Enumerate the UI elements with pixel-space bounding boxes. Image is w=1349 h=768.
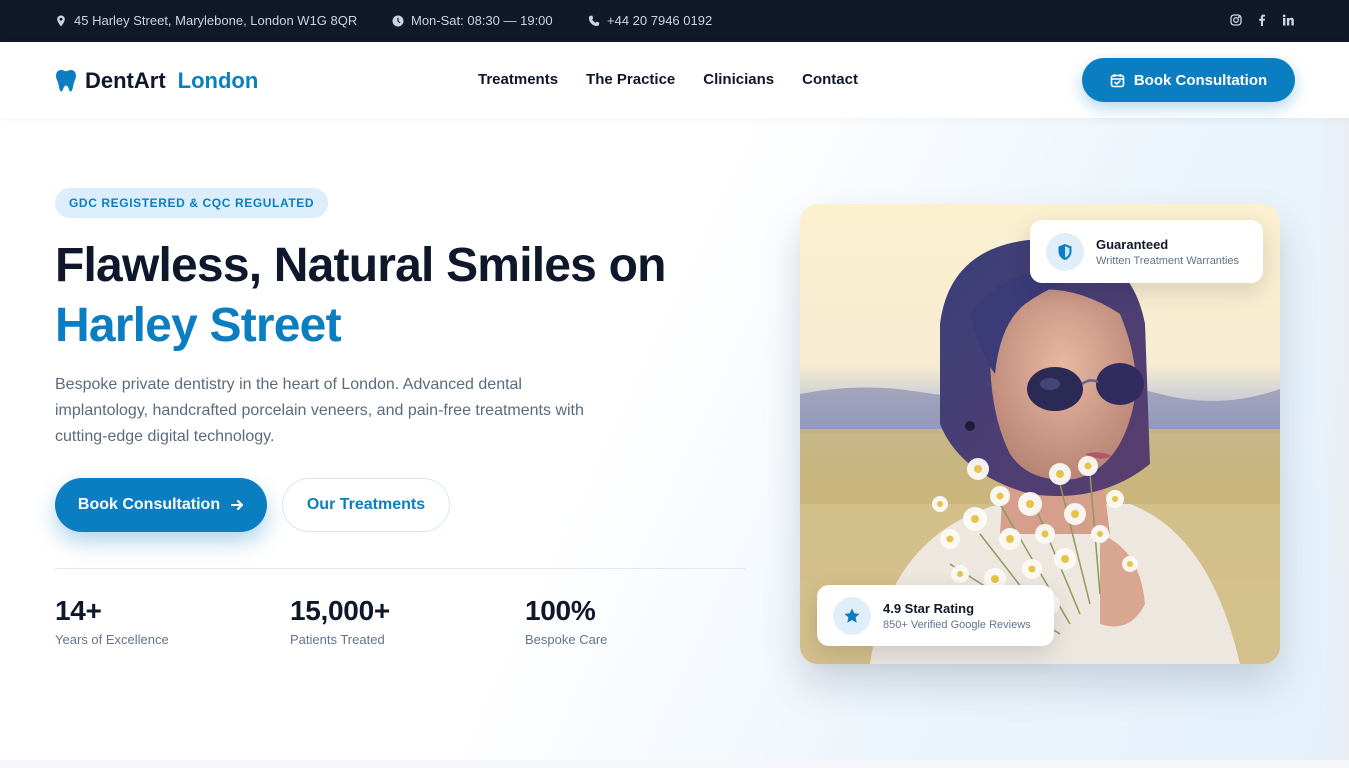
hero-section: GDC REGISTERED & CQC REGULATED Flawless,… [0,118,1349,760]
site-logo[interactable]: DentArt London [55,68,258,94]
logo-text-primary: DentArt [85,68,166,93]
nav-link-clinicians[interactable]: Clinicians [703,71,774,88]
stat-value: 100% [525,595,596,626]
calendar-check-icon [1110,73,1125,87]
stat-label: Bespoke Care [525,632,608,647]
phone-text: +44 20 7946 0192 [607,13,713,28]
our-treatments-button[interactable]: Our Treatments [282,478,450,532]
rating-subtitle: 850+ Verified Google Reviews [883,618,1031,631]
nav-cta-label: Book Consultation [1133,71,1268,89]
star-icon [844,608,860,623]
stat-value: 15,000+ [290,595,390,626]
hero-title-line2: Harley Street [55,299,342,352]
hours-text: Mon-Sat: 08:30 — 19:00 [411,13,553,28]
hero-primary-cta-label: Book Consultation [77,496,221,513]
guarantee-card: Guaranteed Written Treatment Warranties [1030,220,1263,283]
stat-value: 14+ [55,595,102,626]
stats-divider [55,568,745,569]
address-info: 45 Harley Street, Marylebone, London W1G… [55,13,357,28]
nav-link-the-practice[interactable]: The Practice [586,71,675,88]
logo-text-accent: London [177,68,259,93]
stat-bespoke: 100% Bespoke Care [525,594,607,647]
stat-label: Patients Treated [290,632,385,647]
phone-info[interactable]: +44 20 7946 0192 [588,13,712,28]
hero-title-line1: Flawless, Natural Smiles on [55,239,666,292]
clock-icon [392,15,404,26]
location-pin-icon [57,15,65,26]
regulation-badge: GDC REGISTERED & CQC REGULATED [55,188,329,218]
top-info-bar: 45 Harley Street, Marylebone, London W1G… [0,0,1349,42]
rating-icon-circle [833,596,871,635]
guarantee-text: Guaranteed Written Treatment Warranties [1096,237,1239,267]
hero-book-consultation-button[interactable]: Book Consultation [55,478,267,532]
stat-patients: 15,000+ Patients Treated [290,594,390,647]
phone-icon [588,15,600,26]
edge-shade [1319,118,1349,760]
hero-secondary-cta-label: Our Treatments [306,496,426,513]
facebook-icon[interactable] [1256,13,1268,27]
guarantee-title: Guaranteed [1096,236,1169,252]
social-links [1230,13,1294,27]
main-navigation: DentArt London Treatments The Practice C… [0,42,1349,118]
hero-title: Flawless, Natural Smiles on Harley Stree… [55,236,755,356]
nav-link-contact[interactable]: Contact [802,71,858,88]
arrow-right-icon [231,500,244,510]
rating-title: 4.9 Star Rating [883,600,975,616]
shield-check-icon [1058,243,1072,260]
nav-menu: Treatments The Practice Clinicians Conta… [478,71,858,88]
linkedin-icon[interactable] [1282,13,1294,27]
guarantee-icon-circle [1046,232,1084,271]
nav-link-treatments[interactable]: Treatments [478,71,558,88]
address-text: 45 Harley Street, Marylebone, London W1G… [74,13,358,28]
stat-label: Years of Excellence [55,632,169,647]
instagram-icon[interactable] [1230,13,1242,27]
rating-card: 4.9 Star Rating 850+ Verified Google Rev… [817,585,1054,646]
nav-book-consultation-button[interactable]: Book Consultation [1082,58,1295,102]
guarantee-subtitle: Written Treatment Warranties [1096,254,1240,267]
hours-info: Mon-Sat: 08:30 — 19:00 [392,13,553,28]
tooth-icon [56,70,76,92]
next-section-edge [0,760,1349,768]
hero-description: Bespoke private dentistry in the heart o… [55,376,584,445]
rating-text: 4.9 Star Rating 850+ Verified Google Rev… [883,601,1031,631]
stat-years: 14+ Years of Excellence [55,594,169,647]
